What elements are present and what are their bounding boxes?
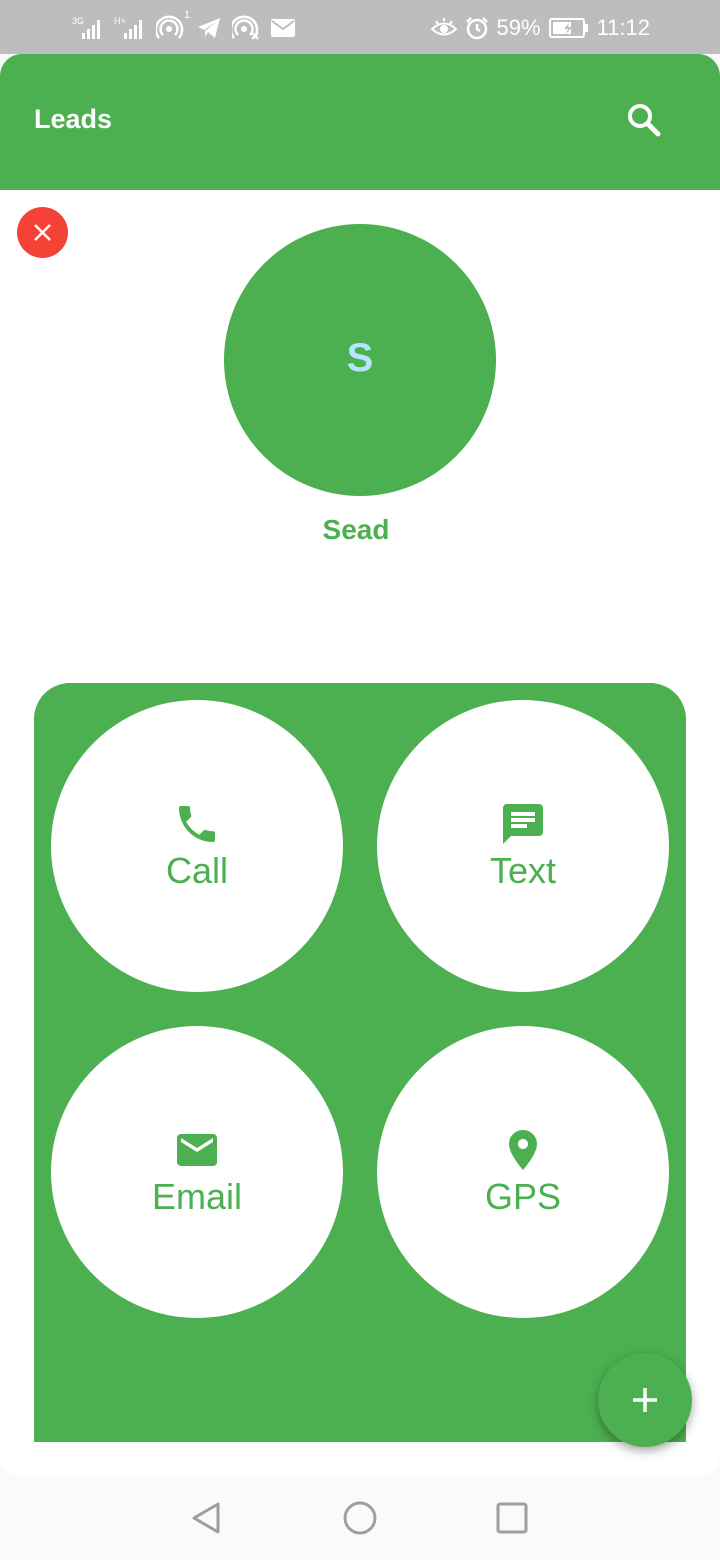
- gps-label: GPS: [484, 1176, 562, 1217]
- avatar: S: [224, 224, 496, 496]
- svg-text:3G: 3G: [72, 16, 84, 26]
- svg-text:H+: H+: [114, 16, 126, 26]
- hotspot-icon: 1: [156, 9, 190, 41]
- status-bar: 3G H+ 1 59% 11:12: [0, 0, 720, 54]
- back-button[interactable]: [186, 1498, 226, 1538]
- navigation-bar: [0, 1476, 720, 1560]
- clock-time: 11:12: [596, 15, 650, 40]
- text-button[interactable]: Text: [377, 700, 669, 992]
- lead-name: Sead: [322, 514, 390, 545]
- back-icon: [192, 1502, 220, 1534]
- close-icon: [34, 224, 51, 241]
- alarm-icon: [465, 16, 489, 40]
- mail-icon: [270, 17, 296, 39]
- search-button[interactable]: [624, 100, 666, 142]
- page-title: Leads: [34, 104, 113, 134]
- battery-charging-icon: [548, 17, 589, 39]
- hotspot-off-icon: [232, 15, 260, 41]
- location-icon: [509, 1130, 537, 1170]
- status-left-icons: 3G H+ 1: [72, 9, 296, 42]
- plus-icon: [633, 1388, 657, 1412]
- 3g-signal-icon: 3G: [72, 15, 104, 41]
- close-button[interactable]: [17, 207, 68, 258]
- text-label: Text: [489, 850, 557, 891]
- hplus-signal-icon: H+: [114, 15, 146, 41]
- call-label: Call: [165, 850, 228, 891]
- recents-icon: [496, 1502, 528, 1534]
- status-right-icons: 59% 11:12: [430, 14, 650, 42]
- message-icon: [503, 804, 543, 844]
- gps-button[interactable]: GPS: [377, 1026, 669, 1318]
- app-bar: Leads: [0, 54, 720, 190]
- email-icon: [177, 1134, 217, 1166]
- telegram-icon: [196, 15, 222, 41]
- call-button[interactable]: Call: [51, 700, 343, 992]
- search-icon: [628, 104, 661, 137]
- recents-button[interactable]: [492, 1498, 532, 1538]
- home-icon: [343, 1501, 377, 1535]
- phone-icon: [179, 806, 215, 842]
- avatar-initial: S: [346, 336, 374, 380]
- hotspot-count: 1: [184, 9, 191, 21]
- email-label: Email: [151, 1176, 243, 1217]
- email-button[interactable]: Email: [51, 1026, 343, 1318]
- lead-detail-card: Leads S Sead Call Text Email GPS: [0, 54, 720, 1476]
- actions-panel: Call Text Email GPS: [34, 683, 686, 1442]
- home-button[interactable]: [340, 1498, 380, 1538]
- battery-percent: 59%: [496, 15, 541, 40]
- add-button[interactable]: [598, 1353, 692, 1447]
- eye-comfort-icon: [430, 17, 457, 39]
